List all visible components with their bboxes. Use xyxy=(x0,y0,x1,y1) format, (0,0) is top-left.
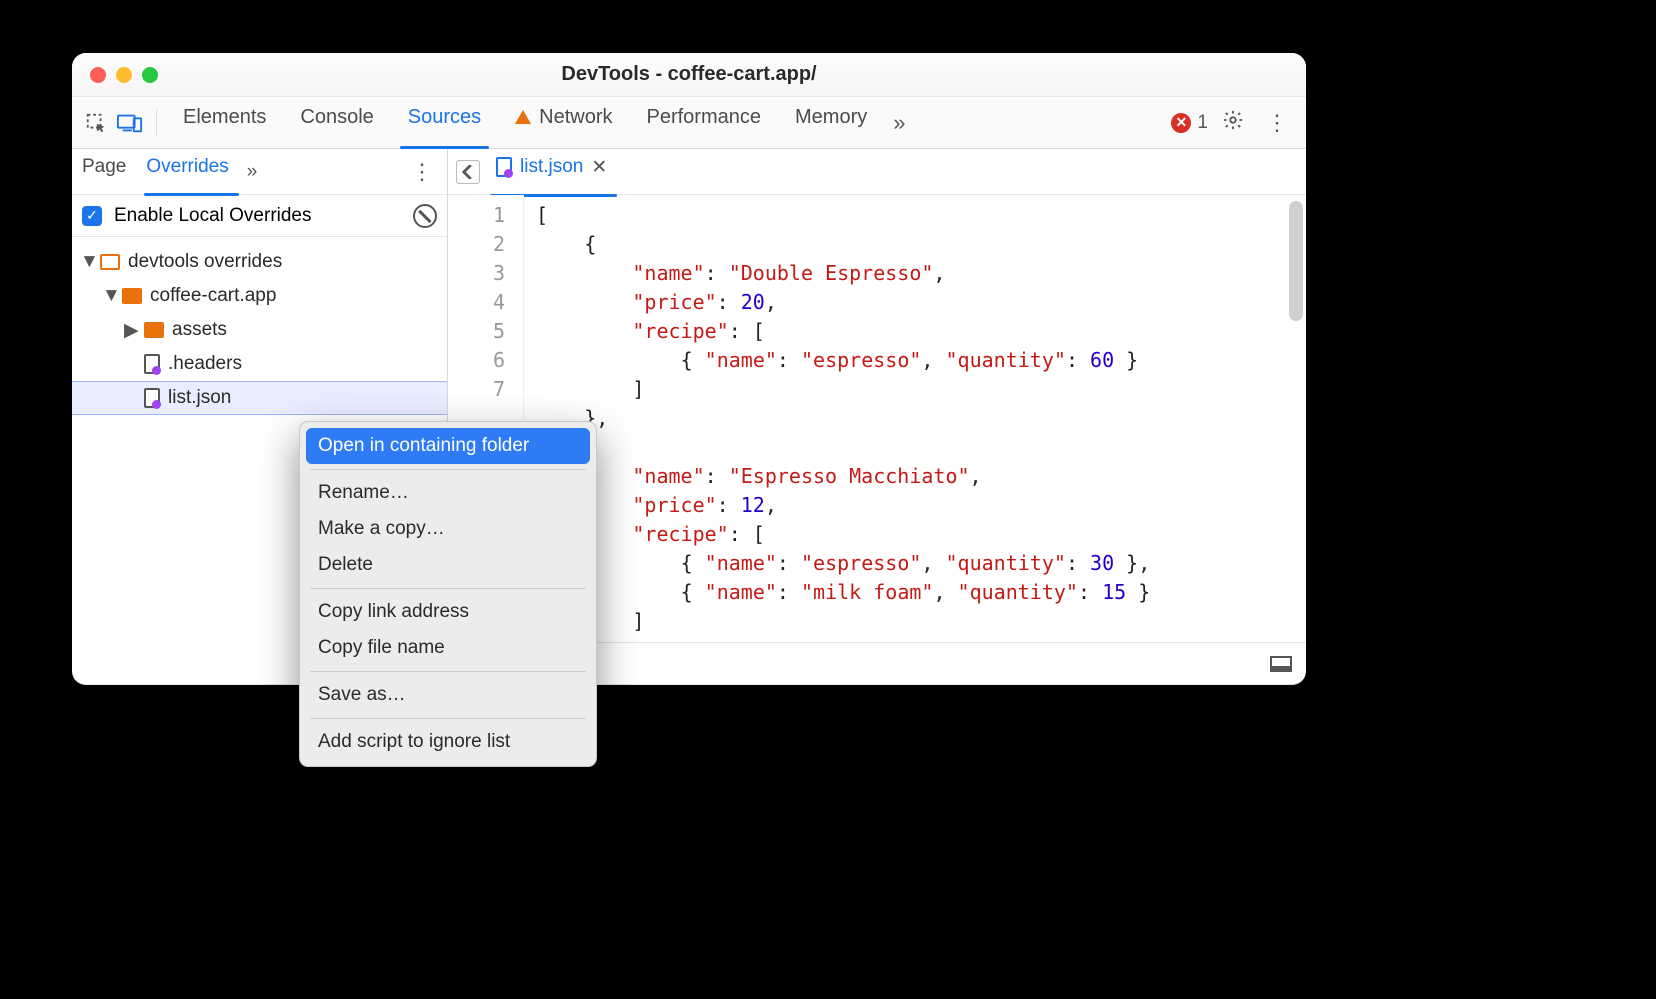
editor-nav-back-icon[interactable] xyxy=(456,160,480,184)
window-title: DevTools - coffee-cart.app/ xyxy=(72,63,1306,86)
file-icon xyxy=(144,388,160,408)
separator xyxy=(310,671,586,672)
file-icon xyxy=(144,354,160,374)
tree-list-label: list.json xyxy=(168,387,231,409)
tab-memory[interactable]: Memory xyxy=(781,100,881,146)
ctx-add-script-to-ignore-list[interactable]: Add script to ignore list xyxy=(306,724,590,760)
tree-root[interactable]: ▼ devtools overrides xyxy=(72,245,447,279)
close-tab-icon[interactable]: ✕ xyxy=(591,156,607,179)
enable-overrides-checkbox[interactable]: ✓ xyxy=(82,206,102,226)
zoom-window-button[interactable] xyxy=(142,67,158,83)
ctx-copy-file-name[interactable]: Copy file name xyxy=(306,630,590,666)
tab-network[interactable]: Network xyxy=(501,100,626,146)
navigator-more-button[interactable]: » xyxy=(247,161,258,183)
separator xyxy=(156,109,157,137)
tab-console[interactable]: Console xyxy=(286,100,387,146)
inspect-element-icon[interactable] xyxy=(82,112,110,134)
ctx-copy-link-address[interactable]: Copy link address xyxy=(306,594,590,630)
tab-elements[interactable]: Elements xyxy=(169,100,280,146)
main-toolbar: Elements Console Sources Network Perform… xyxy=(72,97,1306,149)
scrollbar-thumb[interactable] xyxy=(1289,201,1303,321)
folder-icon xyxy=(122,288,142,304)
ctx-open-in-containing-folder[interactable]: Open in containing folder xyxy=(306,428,590,464)
clear-overrides-icon[interactable] xyxy=(413,204,437,228)
titlebar: DevTools - coffee-cart.app/ xyxy=(72,53,1306,97)
error-count: 1 xyxy=(1197,112,1208,134)
folder-icon xyxy=(100,254,120,270)
editor-file-tab-label: list.json xyxy=(520,156,583,178)
folder-icon xyxy=(144,322,164,338)
enable-overrides-row: ✓ Enable Local Overrides xyxy=(72,195,447,237)
tree-headers-label: .headers xyxy=(168,353,242,375)
device-toolbar-icon[interactable] xyxy=(116,112,144,134)
navigator-tab-page[interactable]: Page xyxy=(80,150,136,193)
separator xyxy=(310,718,586,719)
tree-host[interactable]: ▼ coffee-cart.app xyxy=(72,279,447,313)
separator xyxy=(310,588,586,589)
tab-performance[interactable]: Performance xyxy=(633,100,776,146)
close-window-button[interactable] xyxy=(90,67,106,83)
ctx-make-a-copy[interactable]: Make a copy… xyxy=(306,511,590,547)
navigator-tab-overrides[interactable]: Overrides xyxy=(144,150,238,193)
enable-overrides-label: Enable Local Overrides xyxy=(114,205,312,227)
tree-file-list[interactable]: list.json xyxy=(72,381,447,415)
error-icon: ✕ xyxy=(1171,113,1191,133)
context-menu: Open in containing folder Rename… Make a… xyxy=(299,421,597,767)
ctx-delete[interactable]: Delete xyxy=(306,547,590,583)
more-tabs-button[interactable]: » xyxy=(887,110,911,136)
settings-gear-icon[interactable] xyxy=(1214,109,1252,137)
toggle-drawer-icon[interactable] xyxy=(1270,656,1292,672)
ctx-rename[interactable]: Rename… xyxy=(306,475,590,511)
error-badge[interactable]: ✕ 1 xyxy=(1171,112,1208,134)
window-controls xyxy=(90,67,158,83)
tree-folder-assets[interactable]: ▶ assets xyxy=(72,313,447,347)
file-icon xyxy=(496,157,512,177)
tree-host-label: coffee-cart.app xyxy=(150,285,276,307)
editor-file-tab[interactable]: list.json ✕ xyxy=(490,150,617,194)
tree-root-label: devtools overrides xyxy=(128,251,282,273)
tree-file-headers[interactable]: .headers xyxy=(72,347,447,381)
navigator-tabs: Page Overrides » ⋮ xyxy=(72,149,447,195)
ctx-save-as[interactable]: Save as… xyxy=(306,677,590,713)
navigator-menu-icon[interactable]: ⋮ xyxy=(405,159,439,185)
tree-assets-label: assets xyxy=(172,319,227,341)
kebab-menu-icon[interactable]: ⋮ xyxy=(1258,110,1296,136)
separator xyxy=(310,469,586,470)
editor-tabbar: list.json ✕ xyxy=(448,149,1306,195)
split-pane: Page Overrides » ⋮ ✓ Enable Local Overri… xyxy=(72,149,1306,685)
tab-sources[interactable]: Sources xyxy=(394,100,495,146)
code-lines[interactable]: [ { "name": "Double Espresso", "price": … xyxy=(524,195,1150,642)
devtools-window: DevTools - coffee-cart.app/ Elements Con… xyxy=(72,53,1306,685)
minimize-window-button[interactable] xyxy=(116,67,132,83)
